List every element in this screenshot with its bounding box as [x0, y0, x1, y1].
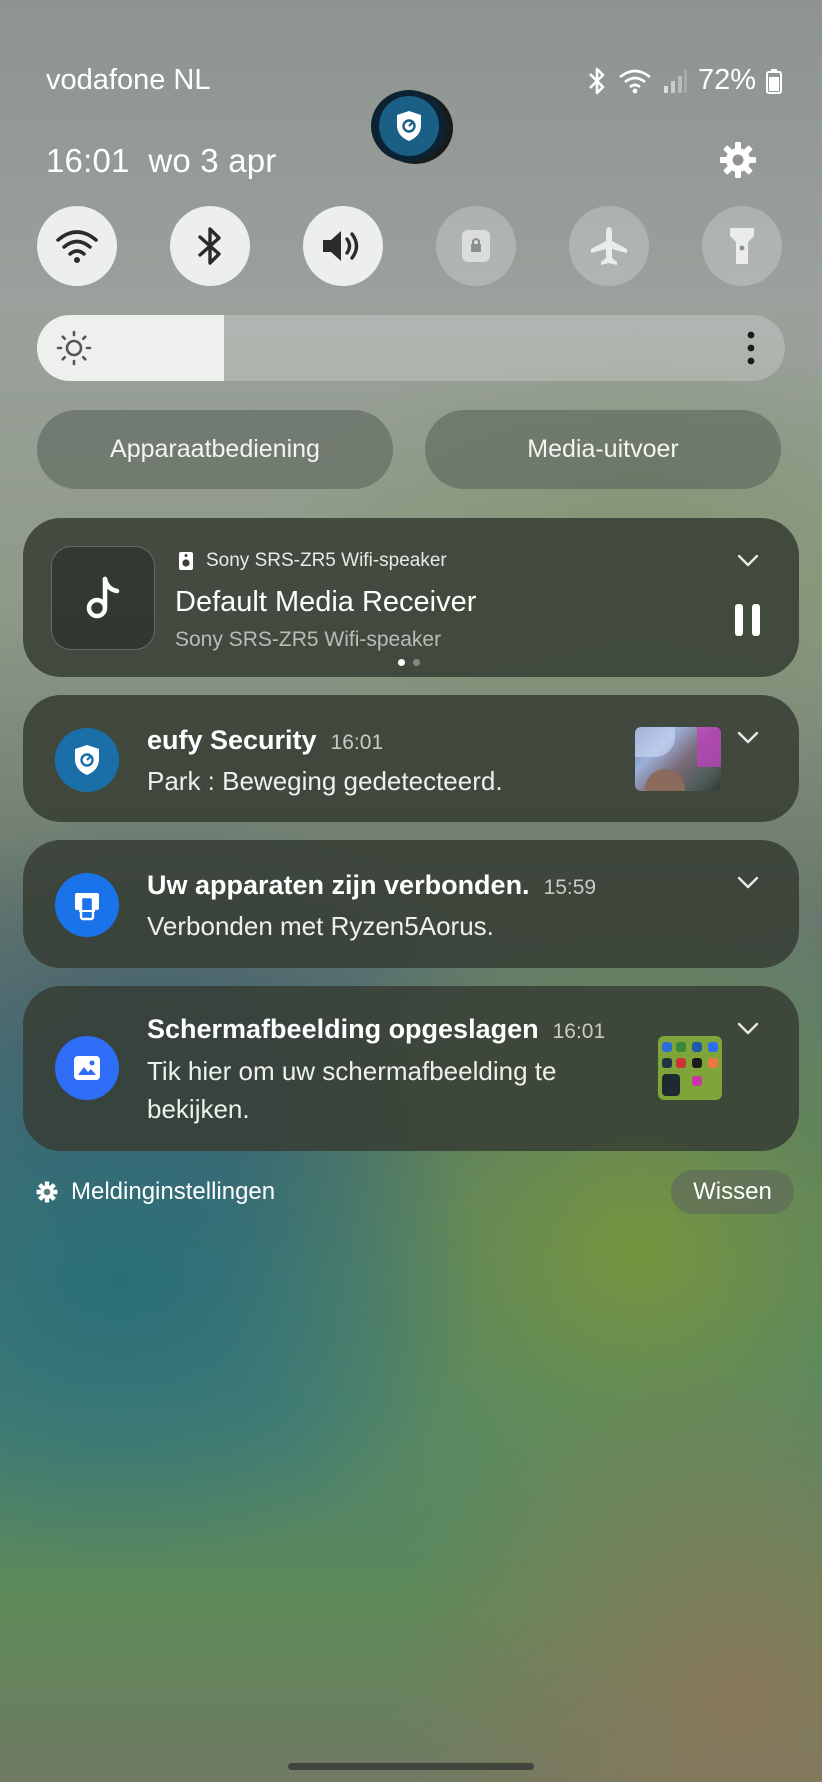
gear-icon[interactable] — [718, 140, 758, 180]
wifi-icon — [619, 69, 651, 93]
device-control-button[interactable]: Apparaatbediening — [37, 410, 393, 489]
media-artwork — [51, 546, 155, 650]
media-subtitle: Sony SRS-ZR5 Wifi-speaker — [175, 628, 442, 651]
lock-icon — [462, 230, 490, 262]
quick-tile-flashlight[interactable] — [702, 206, 782, 286]
status-icons: 72% — [586, 64, 782, 97]
date-time: 16:01 wo 3 apr — [46, 142, 277, 179]
media-source: Sony SRS-ZR5 Wifi-speaker — [178, 550, 447, 572]
notification-app: Schermafbeelding opgeslagen — [147, 1014, 539, 1044]
quick-tile-wifi[interactable] — [37, 206, 117, 286]
media-output-button[interactable]: Media-uitvoer — [425, 410, 781, 489]
signal-icon — [663, 69, 687, 93]
battery-icon — [766, 68, 782, 94]
quick-tile-bluetooth[interactable] — [170, 206, 250, 286]
media-title: Default Media Receiver — [175, 586, 477, 618]
more-options-icon[interactable] — [747, 331, 755, 365]
clear-all-button[interactable]: Wissen — [671, 1170, 794, 1214]
notification-title: eufy Security 16:01 — [147, 725, 383, 756]
gear-icon[interactable] — [36, 1181, 58, 1203]
chevron-down-icon[interactable] — [737, 731, 759, 745]
media-player-card[interactable]: Sony SRS-ZR5 Wifi-speaker Default Media … — [23, 518, 799, 677]
shield-icon — [397, 111, 421, 141]
notification-time: 15:59 — [543, 876, 597, 899]
bluetooth-icon — [198, 227, 221, 265]
battery-percent: 72% — [697, 64, 756, 96]
eufy-shield-icon — [55, 728, 119, 792]
flashlight-icon — [730, 228, 754, 264]
notification-app: Uw apparaten zijn verbonden. — [147, 870, 530, 900]
chevron-down-icon[interactable] — [737, 1022, 759, 1036]
bluetooth-icon — [589, 67, 605, 94]
airplane-icon — [591, 227, 627, 265]
media-source-label: Sony SRS-ZR5 Wifi-speaker — [206, 550, 447, 571]
notification-devices-connected[interactable]: Uw apparaten zijn verbonden. 15:59 Verbon… — [23, 840, 799, 968]
sun-icon — [56, 330, 92, 366]
notification-screenshot[interactable]: Schermafbeelding opgeslagen 16:01 Tik hie… — [23, 986, 799, 1151]
phone-link-icon — [55, 873, 119, 937]
notification-app: eufy Security — [147, 725, 317, 755]
speaker-icon — [179, 552, 193, 570]
quick-tile-airplane[interactable] — [569, 206, 649, 286]
wifi-icon — [56, 230, 98, 263]
brightness-slider[interactable] — [37, 315, 785, 381]
notification-body: Verbonden met Ryzen5Aorus. — [147, 911, 494, 941]
music-note-icon — [86, 576, 120, 619]
notification-time: 16:01 — [552, 1020, 606, 1043]
floating-app-bubble[interactable] — [371, 90, 447, 162]
notification-title: Uw apparaten zijn verbonden. 15:59 — [147, 870, 596, 901]
camera-snapshot-thumbnail — [635, 727, 721, 791]
carrier-name: vodafone NL — [46, 64, 211, 96]
notification-body: Tik hier om uw schermafbeelding te bekij… — [147, 1056, 557, 1124]
notification-body: Park : Beweging gedetecteerd. — [147, 766, 503, 796]
pause-button[interactable] — [735, 604, 761, 636]
quick-tile-lock[interactable] — [436, 206, 516, 286]
notification-settings-link[interactable]: Meldinginstellingen — [71, 1178, 275, 1206]
home-indicator[interactable] — [288, 1763, 534, 1770]
screenshot-thumbnail — [658, 1036, 722, 1100]
notification-time: 16:01 — [330, 731, 384, 754]
volume-icon — [323, 231, 359, 261]
chevron-down-icon[interactable] — [737, 876, 759, 890]
quick-tile-sound[interactable] — [303, 206, 383, 286]
media-pager — [398, 659, 420, 666]
image-icon — [55, 1036, 119, 1100]
notification-title: Schermafbeelding opgeslagen 16:01 — [147, 1014, 605, 1045]
chevron-down-icon[interactable] — [737, 554, 759, 568]
notification-eufy[interactable]: eufy Security 16:01 Park : Beweging gedet… — [23, 695, 799, 822]
